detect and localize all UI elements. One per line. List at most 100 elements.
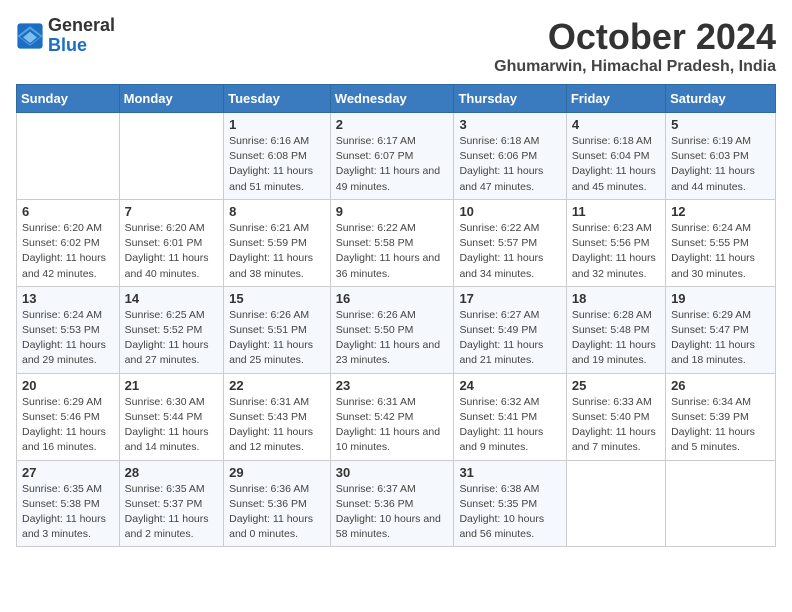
calendar-day-cell: 20 Sunrise: 6:29 AM Sunset: 5:46 PM Dayli… xyxy=(17,373,120,460)
day-number: 7 xyxy=(125,204,218,219)
day-info: Sunrise: 6:29 AM Sunset: 5:46 PM Dayligh… xyxy=(22,395,114,456)
day-info: Sunrise: 6:32 AM Sunset: 5:41 PM Dayligh… xyxy=(459,395,560,456)
day-info: Sunrise: 6:16 AM Sunset: 6:08 PM Dayligh… xyxy=(229,134,325,195)
calendar-day-cell: 30 Sunrise: 6:37 AM Sunset: 5:36 PM Dayli… xyxy=(330,460,454,547)
day-number: 13 xyxy=(22,291,114,306)
day-info: Sunrise: 6:24 AM Sunset: 5:55 PM Dayligh… xyxy=(671,221,770,282)
weekday-header-cell: Saturday xyxy=(666,85,776,113)
day-info: Sunrise: 6:31 AM Sunset: 5:43 PM Dayligh… xyxy=(229,395,325,456)
calendar-day-cell xyxy=(17,113,120,200)
day-number: 23 xyxy=(336,378,449,393)
day-number: 30 xyxy=(336,465,449,480)
calendar-day-cell xyxy=(666,460,776,547)
calendar-day-cell: 26Sunrise: 6:34 AM Sunset: 5:39 PM Dayli… xyxy=(666,373,776,460)
day-number: 14 xyxy=(125,291,218,306)
calendar-day-cell: 7Sunrise: 6:20 AM Sunset: 6:01 PM Daylig… xyxy=(119,199,223,286)
day-info: Sunrise: 6:22 AM Sunset: 5:57 PM Dayligh… xyxy=(459,221,560,282)
calendar-day-cell: 6 Sunrise: 6:20 AM Sunset: 6:02 PM Daylig… xyxy=(17,199,120,286)
calendar-day-cell: 16Sunrise: 6:26 AM Sunset: 5:50 PM Dayli… xyxy=(330,286,454,373)
calendar-day-cell: 8Sunrise: 6:21 AM Sunset: 5:59 PM Daylig… xyxy=(224,199,331,286)
logo-icon xyxy=(16,22,44,50)
calendar-day-cell: 31Sunrise: 6:38 AM Sunset: 5:35 PM Dayli… xyxy=(454,460,566,547)
calendar-day-cell: 18 Sunrise: 6:28 AM Sunset: 5:48 PM Dayli… xyxy=(566,286,665,373)
day-info: Sunrise: 6:18 AM Sunset: 6:06 PM Dayligh… xyxy=(459,134,560,195)
calendar-day-cell: 24Sunrise: 6:32 AM Sunset: 5:41 PM Dayli… xyxy=(454,373,566,460)
calendar-day-cell xyxy=(119,113,223,200)
day-number: 9 xyxy=(336,204,449,219)
weekday-header-cell: Tuesday xyxy=(224,85,331,113)
day-number: 4 xyxy=(572,117,660,132)
day-info: Sunrise: 6:20 AM Sunset: 6:02 PM Dayligh… xyxy=(22,221,114,282)
day-info: Sunrise: 6:26 AM Sunset: 5:50 PM Dayligh… xyxy=(336,308,449,369)
day-number: 21 xyxy=(125,378,218,393)
day-number: 6 xyxy=(22,204,114,219)
day-info: Sunrise: 6:33 AM Sunset: 5:40 PM Dayligh… xyxy=(572,395,660,456)
calendar-day-cell: 2 Sunrise: 6:17 AM Sunset: 6:07 PM Daylig… xyxy=(330,113,454,200)
day-info: Sunrise: 6:25 AM Sunset: 5:52 PM Dayligh… xyxy=(125,308,218,369)
day-info: Sunrise: 6:24 AM Sunset: 5:53 PM Dayligh… xyxy=(22,308,114,369)
month-title: October 2024 xyxy=(494,16,776,58)
day-number: 27 xyxy=(22,465,114,480)
calendar-day-cell: 21 Sunrise: 6:30 AM Sunset: 5:44 PM Dayli… xyxy=(119,373,223,460)
calendar-week-row: 20 Sunrise: 6:29 AM Sunset: 5:46 PM Dayli… xyxy=(17,373,776,460)
day-info: Sunrise: 6:35 AM Sunset: 5:38 PM Dayligh… xyxy=(22,482,114,543)
calendar-day-cell: 11Sunrise: 6:23 AM Sunset: 5:56 PM Dayli… xyxy=(566,199,665,286)
day-info: Sunrise: 6:18 AM Sunset: 6:04 PM Dayligh… xyxy=(572,134,660,195)
calendar-week-row: 27 Sunrise: 6:35 AM Sunset: 5:38 PM Dayli… xyxy=(17,460,776,547)
calendar-week-row: 1 Sunrise: 6:16 AM Sunset: 6:08 PM Daylig… xyxy=(17,113,776,200)
day-info: Sunrise: 6:37 AM Sunset: 5:36 PM Dayligh… xyxy=(336,482,449,543)
day-info: Sunrise: 6:28 AM Sunset: 5:48 PM Dayligh… xyxy=(572,308,660,369)
day-number: 18 xyxy=(572,291,660,306)
day-info: Sunrise: 6:35 AM Sunset: 5:37 PM Dayligh… xyxy=(125,482,218,543)
weekday-header-cell: Friday xyxy=(566,85,665,113)
day-info: Sunrise: 6:26 AM Sunset: 5:51 PM Dayligh… xyxy=(229,308,325,369)
calendar-day-cell: 3 Sunrise: 6:18 AM Sunset: 6:06 PM Daylig… xyxy=(454,113,566,200)
day-number: 3 xyxy=(459,117,560,132)
day-number: 10 xyxy=(459,204,560,219)
calendar-day-cell: 13 Sunrise: 6:24 AM Sunset: 5:53 PM Dayli… xyxy=(17,286,120,373)
calendar-day-cell: 4 Sunrise: 6:18 AM Sunset: 6:04 PM Daylig… xyxy=(566,113,665,200)
day-number: 19 xyxy=(671,291,770,306)
day-info: Sunrise: 6:17 AM Sunset: 6:07 PM Dayligh… xyxy=(336,134,449,195)
location-title: Ghumarwin, Himachal Pradesh, India xyxy=(494,58,776,76)
calendar-day-cell: 14 Sunrise: 6:25 AM Sunset: 5:52 PM Dayli… xyxy=(119,286,223,373)
calendar-body: 1 Sunrise: 6:16 AM Sunset: 6:08 PM Daylig… xyxy=(17,113,776,547)
day-number: 15 xyxy=(229,291,325,306)
day-number: 29 xyxy=(229,465,325,480)
calendar-day-cell: 25 Sunrise: 6:33 AM Sunset: 5:40 PM Dayli… xyxy=(566,373,665,460)
day-info: Sunrise: 6:22 AM Sunset: 5:58 PM Dayligh… xyxy=(336,221,449,282)
day-number: 25 xyxy=(572,378,660,393)
calendar-day-cell xyxy=(566,460,665,547)
day-number: 17 xyxy=(459,291,560,306)
day-number: 2 xyxy=(336,117,449,132)
weekday-header-cell: Thursday xyxy=(454,85,566,113)
day-info: Sunrise: 6:19 AM Sunset: 6:03 PM Dayligh… xyxy=(671,134,770,195)
day-info: Sunrise: 6:29 AM Sunset: 5:47 PM Dayligh… xyxy=(671,308,770,369)
weekday-header-row: SundayMondayTuesdayWednesdayThursdayFrid… xyxy=(17,85,776,113)
weekday-header-cell: Sunday xyxy=(17,85,120,113)
calendar-day-cell: 1 Sunrise: 6:16 AM Sunset: 6:08 PM Daylig… xyxy=(224,113,331,200)
logo-general-text: General xyxy=(48,15,115,35)
day-info: Sunrise: 6:30 AM Sunset: 5:44 PM Dayligh… xyxy=(125,395,218,456)
logo-blue-text: Blue xyxy=(48,35,87,55)
calendar-day-cell: 10 Sunrise: 6:22 AM Sunset: 5:57 PM Dayli… xyxy=(454,199,566,286)
day-number: 1 xyxy=(229,117,325,132)
calendar-day-cell: 23 Sunrise: 6:31 AM Sunset: 5:42 PM Dayli… xyxy=(330,373,454,460)
calendar-week-row: 6 Sunrise: 6:20 AM Sunset: 6:02 PM Daylig… xyxy=(17,199,776,286)
title-area: October 2024 Ghumarwin, Himachal Pradesh… xyxy=(494,16,776,76)
day-number: 5 xyxy=(671,117,770,132)
day-info: Sunrise: 6:27 AM Sunset: 5:49 PM Dayligh… xyxy=(459,308,560,369)
day-number: 22 xyxy=(229,378,325,393)
calendar-day-cell: 27 Sunrise: 6:35 AM Sunset: 5:38 PM Dayli… xyxy=(17,460,120,547)
calendar-day-cell: 29Sunrise: 6:36 AM Sunset: 5:36 PM Dayli… xyxy=(224,460,331,547)
calendar-week-row: 13 Sunrise: 6:24 AM Sunset: 5:53 PM Dayli… xyxy=(17,286,776,373)
day-number: 20 xyxy=(22,378,114,393)
calendar-day-cell: 9 Sunrise: 6:22 AM Sunset: 5:58 PM Daylig… xyxy=(330,199,454,286)
day-info: Sunrise: 6:31 AM Sunset: 5:42 PM Dayligh… xyxy=(336,395,449,456)
day-info: Sunrise: 6:34 AM Sunset: 5:39 PM Dayligh… xyxy=(671,395,770,456)
calendar-day-cell: 22 Sunrise: 6:31 AM Sunset: 5:43 PM Dayli… xyxy=(224,373,331,460)
day-info: Sunrise: 6:21 AM Sunset: 5:59 PM Dayligh… xyxy=(229,221,325,282)
day-number: 31 xyxy=(459,465,560,480)
day-number: 28 xyxy=(125,465,218,480)
calendar-day-cell: 28 Sunrise: 6:35 AM Sunset: 5:37 PM Dayli… xyxy=(119,460,223,547)
